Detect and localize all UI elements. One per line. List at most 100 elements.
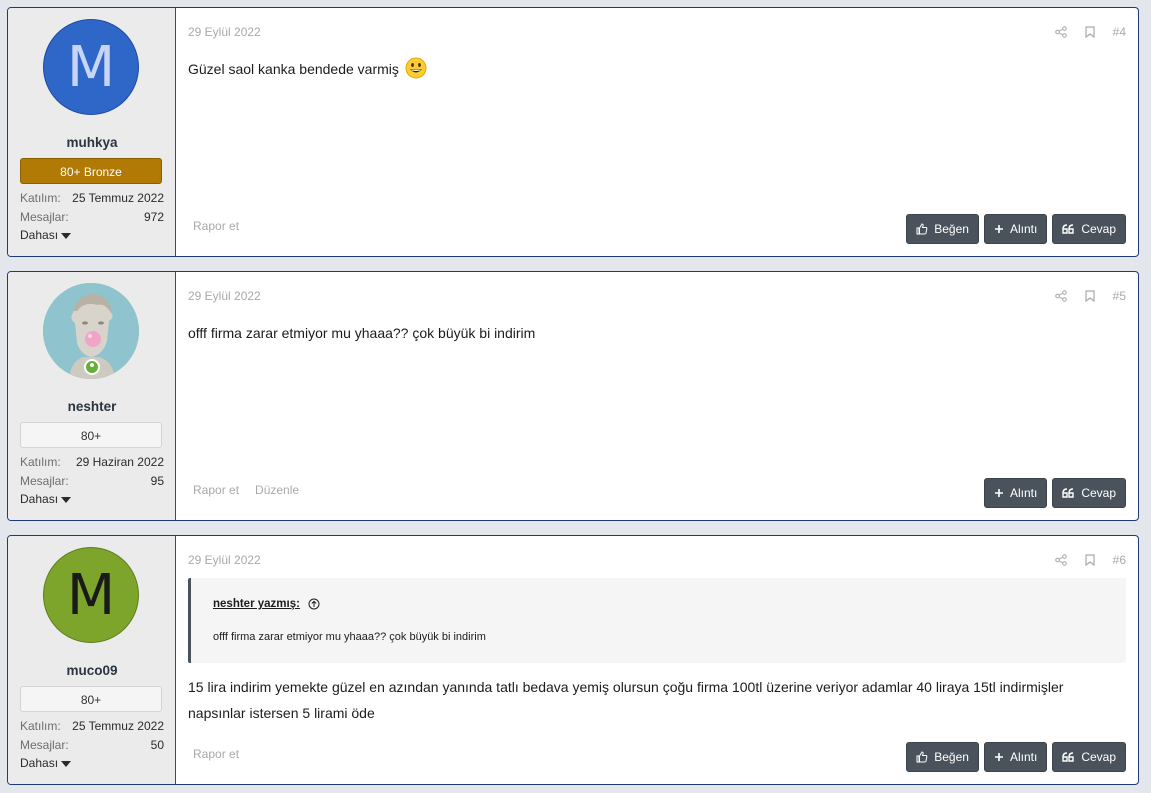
caret-down-icon: [61, 760, 72, 767]
joined-row: Katılım: 25 Temmuz 2022: [20, 191, 164, 205]
online-status-icon: [84, 359, 100, 375]
quote-author-link[interactable]: neshter yazmış:: [213, 598, 320, 610]
joined-label: Katılım:: [20, 719, 61, 733]
post-5: neshter 80+ Katılım: 29 Haziran 2022 Mes…: [7, 271, 1139, 521]
quote-marks-icon: [1062, 224, 1075, 234]
avatar[interactable]: M: [43, 19, 139, 115]
reply-button[interactable]: Cevap: [1052, 214, 1126, 244]
avatar[interactable]: M: [43, 547, 139, 643]
user-rank-badge: 80+: [20, 686, 162, 712]
quote-block: neshter yazmış: offf firma zarar etmiyor…: [188, 578, 1126, 663]
user-panel: M muco09 80+ Katılım: 25 Temmuz 2022 Mes…: [8, 536, 176, 784]
quote-label: Alıntı: [1009, 750, 1038, 764]
messages-row: Mesajlar: 50: [20, 738, 164, 752]
post-number[interactable]: #5: [1113, 289, 1126, 303]
quote-button[interactable]: Alıntı: [983, 478, 1048, 508]
report-link[interactable]: Rapor et: [193, 747, 239, 761]
message-text: Güzel saol kanka bendede varmiş: [188, 56, 1124, 82]
reply-button[interactable]: Cevap: [1052, 478, 1126, 508]
edit-link[interactable]: Düzenle: [255, 483, 299, 497]
reply-button[interactable]: Cevap: [1052, 742, 1126, 772]
post-4: M muhkya 80+ Bronze Katılım: 25 Temmuz 2…: [7, 7, 1139, 257]
quote-button[interactable]: Alıntı: [983, 214, 1048, 244]
like-label: Beğen: [934, 222, 969, 236]
reply-label: Cevap: [1081, 486, 1116, 500]
joined-label: Katılım:: [20, 191, 61, 205]
like-label: Beğen: [934, 750, 969, 764]
post-tools: #6: [1054, 553, 1126, 567]
post-body: 29 Eylül 2022 #4 Güzel saol kanka bended…: [176, 8, 1138, 256]
share-icon[interactable]: [1054, 26, 1067, 38]
message-content: Güzel saol kanka bendede varmiş: [188, 61, 399, 77]
post-actions: Beğen Alıntı Cevap: [906, 214, 1126, 244]
user-panel: neshter 80+ Katılım: 29 Haziran 2022 Mes…: [8, 272, 176, 520]
like-button[interactable]: Beğen: [906, 214, 979, 244]
messages-row: Mesajlar: 95: [20, 474, 164, 488]
more-label: Dahası: [20, 492, 59, 506]
plus-icon: [994, 489, 1003, 497]
messages-label: Mesajlar:: [20, 474, 69, 488]
post-number[interactable]: #4: [1113, 25, 1126, 39]
message-content: 15 lira indirim yemekte güzel en azından…: [188, 679, 1064, 721]
reply-label: Cevap: [1081, 750, 1116, 764]
caret-down-icon: [61, 232, 72, 239]
quote-label: Alıntı: [1009, 486, 1038, 500]
message-text: 15 lira indirim yemekte güzel en azından…: [188, 674, 1124, 726]
quote-marks-icon: [1062, 752, 1075, 762]
post-body: 29 Eylül 2022 #5 offf firma zarar etmiyo…: [176, 272, 1138, 520]
bookmark-icon[interactable]: [1085, 26, 1095, 38]
messages-value: 972: [143, 210, 164, 224]
username[interactable]: muco09: [8, 663, 176, 678]
post-links: Rapor et: [193, 219, 239, 233]
bookmark-icon[interactable]: [1085, 290, 1095, 302]
post-tools: #4: [1054, 25, 1126, 39]
username[interactable]: muhkya: [8, 135, 176, 150]
more-label: Dahası: [20, 756, 59, 770]
messages-label: Mesajlar:: [20, 738, 69, 752]
plus-icon: [994, 225, 1003, 233]
thumbs-up-icon: [916, 751, 928, 763]
messages-row: Mesajlar: 972: [20, 210, 164, 224]
quote-label: Alıntı: [1009, 222, 1038, 236]
share-icon[interactable]: [1054, 290, 1067, 302]
post-links: Rapor et Düzenle: [193, 483, 299, 497]
share-icon[interactable]: [1054, 554, 1067, 566]
arrow-up-circle-icon: [308, 598, 320, 610]
more-toggle[interactable]: Dahası: [20, 756, 72, 770]
username[interactable]: neshter: [8, 399, 176, 414]
post-date[interactable]: 29 Eylül 2022: [188, 289, 261, 303]
post-links: Rapor et: [193, 747, 239, 761]
joined-value: 25 Temmuz 2022: [72, 719, 164, 733]
joined-row: Katılım: 29 Haziran 2022: [20, 455, 164, 469]
grinning-emoji-icon: [405, 57, 427, 79]
message-content: offf firma zarar etmiyor mu yhaaa?? çok …: [188, 325, 536, 341]
thumbs-up-icon: [916, 223, 928, 235]
user-panel: M muhkya 80+ Bronze Katılım: 25 Temmuz 2…: [8, 8, 176, 256]
more-toggle[interactable]: Dahası: [20, 228, 72, 242]
bookmark-icon[interactable]: [1085, 554, 1095, 566]
plus-icon: [994, 753, 1003, 761]
joined-value: 29 Haziran 2022: [75, 455, 164, 469]
message-text: offf firma zarar etmiyor mu yhaaa?? çok …: [188, 320, 1124, 346]
report-link[interactable]: Rapor et: [193, 219, 239, 233]
post-actions: Alıntı Cevap: [983, 478, 1126, 508]
post-6: M muco09 80+ Katılım: 25 Temmuz 2022 Mes…: [7, 535, 1139, 785]
post-body: 29 Eylül 2022 #6 neshter yazmış: offf fi…: [176, 536, 1138, 784]
messages-label: Mesajlar:: [20, 210, 69, 224]
post-date[interactable]: 29 Eylül 2022: [188, 553, 261, 567]
joined-label: Katılım:: [20, 455, 61, 469]
report-link[interactable]: Rapor et: [193, 483, 239, 497]
user-rank-badge: 80+ Bronze: [20, 158, 162, 184]
like-button[interactable]: Beğen: [906, 742, 979, 772]
user-rank-badge: 80+: [20, 422, 162, 448]
post-actions: Beğen Alıntı Cevap: [906, 742, 1126, 772]
more-toggle[interactable]: Dahası: [20, 492, 72, 506]
caret-down-icon: [61, 496, 72, 503]
quote-marks-icon: [1062, 488, 1075, 498]
joined-row: Katılım: 25 Temmuz 2022: [20, 719, 164, 733]
reply-label: Cevap: [1081, 222, 1116, 236]
quote-button[interactable]: Alıntı: [983, 742, 1048, 772]
post-date[interactable]: 29 Eylül 2022: [188, 25, 261, 39]
joined-value: 25 Temmuz 2022: [72, 191, 164, 205]
post-number[interactable]: #6: [1113, 553, 1126, 567]
